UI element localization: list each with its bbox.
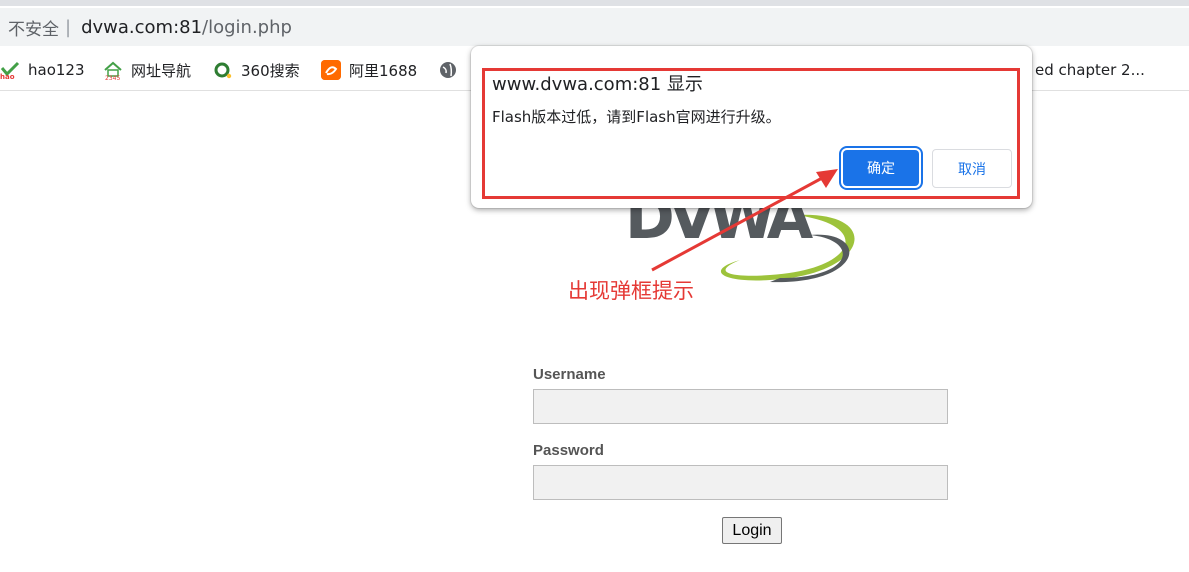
bookmark-label: hao123 — [28, 61, 85, 79]
bookmark-1688[interactable]: 阿里1688 — [321, 50, 417, 90]
bookmark-label: 阿里1688 — [349, 61, 418, 80]
login-form: Username Password — [533, 366, 953, 500]
svg-text:hao: hao — [0, 73, 15, 80]
alibaba-icon — [321, 60, 341, 80]
bookmark-label: 360搜索 — [241, 61, 300, 80]
url-host: dvwa.com:81 — [81, 16, 203, 38]
login-button[interactable]: Login — [722, 517, 782, 544]
house-2345-icon: 2345 — [103, 60, 123, 82]
globe-icon — [438, 60, 458, 80]
bookmark-hao123[interactable]: hao hao123 — [0, 50, 85, 90]
security-indicator[interactable]: 不安全 — [8, 15, 59, 40]
bookmark-globe[interactable] — [438, 50, 466, 90]
annotation-text: 出现弹框提示 — [568, 279, 694, 303]
dialog-message: Flash版本过低，请到Flash官网进行升级。 — [492, 108, 781, 126]
hao123-icon: hao — [0, 60, 20, 81]
browser-tabstrip — [0, 0, 1189, 6]
cancel-button[interactable]: 取消 — [932, 149, 1012, 188]
url-text[interactable]: dvwa.com:81/login.php — [81, 17, 292, 38]
dialog-title: www.dvwa.com:81 显示 — [492, 74, 703, 95]
svg-text:2345: 2345 — [105, 75, 120, 80]
alert-dialog: www.dvwa.com:81 显示 Flash版本过低，请到Flash官网进行… — [471, 46, 1032, 208]
360-search-icon — [213, 60, 233, 80]
username-label: Username — [533, 366, 606, 383]
bookmark-wangzhi[interactable]: 2345 网址导航 — [103, 50, 191, 90]
username-input[interactable] — [533, 389, 948, 424]
address-separator: | — [65, 16, 72, 38]
url-path: /login.php — [202, 16, 292, 38]
password-label: Password — [533, 442, 604, 459]
password-input[interactable] — [533, 465, 948, 500]
bookmark-label: 网址导航 — [131, 61, 192, 80]
ok-button[interactable]: 确定 — [843, 150, 919, 186]
bookmark-360[interactable]: 360搜索 — [213, 50, 300, 90]
bookmark-chapter[interactable]: ed chapter 2... — [1035, 50, 1145, 90]
address-bar[interactable]: 不安全 | dvwa.com:81/login.php — [0, 8, 1189, 46]
